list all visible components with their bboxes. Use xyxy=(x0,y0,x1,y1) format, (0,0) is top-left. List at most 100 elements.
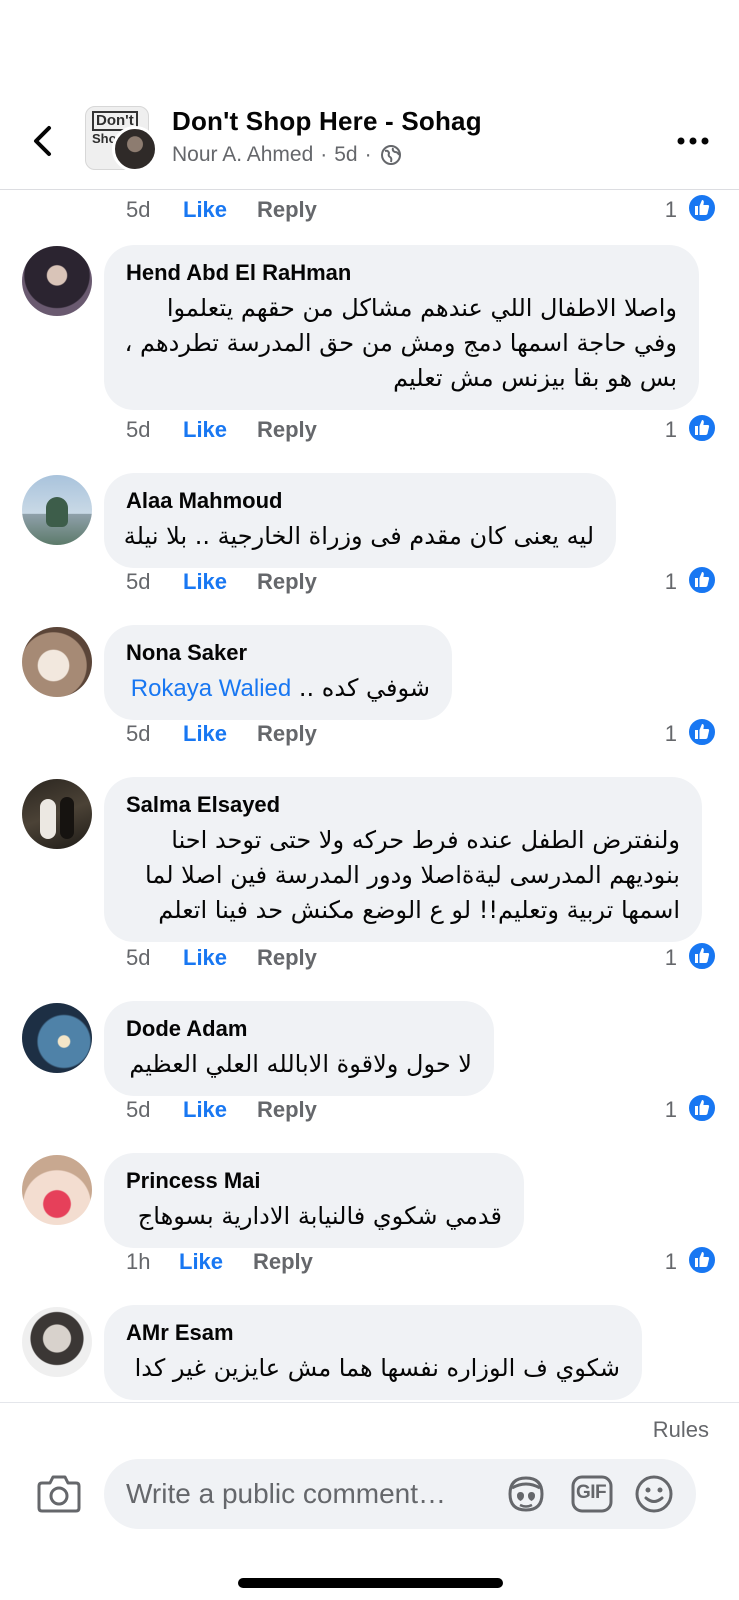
like-thumb-icon[interactable] xyxy=(687,565,717,595)
comment-time: 5d xyxy=(126,417,151,442)
emoji-icon[interactable] xyxy=(634,1474,674,1514)
comment-text: واصلا الاطفال اللي عندهم مشاكل من حقهم ي… xyxy=(125,291,677,396)
like-button[interactable]: Like xyxy=(183,721,227,747)
avatar[interactable] xyxy=(22,627,92,697)
comment-text: شوفي كده .. Rokaya Walied xyxy=(126,671,430,706)
like-button[interactable]: Like xyxy=(183,417,227,443)
reply-button[interactable]: Reply xyxy=(257,197,317,223)
comment-author[interactable]: Nona Saker xyxy=(126,639,430,667)
comment-bubble: Hend Abd El RaHman واصلا الاطفال اللي عن… xyxy=(104,245,699,410)
comment-actions: 5d Like Reply 1 xyxy=(0,939,739,979)
poster-name[interactable]: Nour A. Ahmed xyxy=(172,143,313,167)
back-button[interactable] xyxy=(26,124,60,158)
avatar[interactable] xyxy=(22,1155,92,1225)
comment-actions: 5d Like Reply 1 xyxy=(0,411,739,451)
avatar[interactable] xyxy=(22,475,92,545)
like-thumb-icon[interactable] xyxy=(687,1245,717,1275)
avatar[interactable] xyxy=(22,246,92,316)
comment-actions: 5d Like Reply 1 xyxy=(0,563,739,603)
comment-bubble: Alaa Mahmoud ليه يعنى كان مقدم فى وزراة … xyxy=(104,473,616,568)
comment-bubble: Dode Adam لا حول ولاقوة الابالله العلي ا… xyxy=(104,1001,494,1096)
comment-time: 5d xyxy=(126,197,151,222)
like-button[interactable]: Like xyxy=(183,197,227,223)
comment-text: قدمي شكوي فالنيابة الادارية بسوهاج xyxy=(126,1199,502,1234)
comment-text: لا حول ولاقوة الابالله العلي العظيم xyxy=(126,1047,472,1082)
comment-actions: 5d Like Reply 1 xyxy=(0,191,739,231)
reply-button[interactable]: Reply xyxy=(253,1249,313,1275)
comment-line: ليه يعنى كان مقدم فى وزراة الخارجية .. ب… xyxy=(123,522,594,550)
comment-bubble: AMr Esam شكوي ف الوزاره نفسها هما مش عاي… xyxy=(104,1305,642,1400)
reaction-count[interactable]: 1 xyxy=(665,945,677,971)
comment-author[interactable]: Princess Mai xyxy=(126,1167,502,1195)
like-button[interactable]: Like xyxy=(179,1249,223,1275)
more-dots-icon xyxy=(677,137,709,145)
comment-line: لا حول ولاقوة الابالله العلي العظيم xyxy=(129,1050,472,1078)
post-header: Don't Shop Don't Shop Here - Sohag Nour A… xyxy=(0,96,739,190)
comment-line: واصلا الاطفال اللي عندهم مشاكل من حقهم ي… xyxy=(166,294,677,322)
comment-author[interactable]: Hend Abd El RaHman xyxy=(126,259,677,287)
gif-label: GIF xyxy=(576,1482,607,1503)
like-button[interactable]: Like xyxy=(183,945,227,971)
reply-button[interactable]: Reply xyxy=(257,1097,317,1123)
comment-line: بنوديهم المدرسى ليةةاصلا ودور المدرسة في… xyxy=(145,861,680,889)
globe-icon xyxy=(380,145,401,165)
avatar[interactable] xyxy=(22,1003,92,1073)
comments-list[interactable]: 5d Like Reply 1 Hend Abd El RaHman واصلا… xyxy=(0,191,739,1401)
like-thumb-icon[interactable] xyxy=(687,941,717,971)
comment-time: 5d xyxy=(126,1097,151,1122)
rules-link[interactable]: Rules xyxy=(653,1417,709,1443)
like-thumb-icon[interactable] xyxy=(687,413,717,443)
comment-actions: 5d Like Reply 1 xyxy=(0,1091,739,1131)
comment-input[interactable] xyxy=(126,1459,486,1529)
like-thumb-icon[interactable] xyxy=(687,717,717,747)
camera-icon[interactable] xyxy=(36,1471,82,1515)
reaction-count[interactable]: 1 xyxy=(665,569,677,595)
comment-time: 5d xyxy=(126,721,151,746)
like-thumb-icon[interactable] xyxy=(687,193,717,223)
comment-actions: 5d Like Reply 1 xyxy=(0,715,739,755)
comment-time: 1h xyxy=(126,1249,151,1274)
reaction-count[interactable]: 1 xyxy=(665,417,677,443)
post-meta: Nour A. Ahmed · 5d · xyxy=(172,143,402,167)
more-options-button[interactable] xyxy=(673,126,713,156)
reply-button[interactable]: Reply xyxy=(257,569,317,595)
comment-line: ولنفترض الطفل عنده فرط حركه ولا حتى توحد… xyxy=(171,826,680,854)
comment-author[interactable]: Salma Elsayed xyxy=(126,791,680,819)
reaction-count[interactable]: 1 xyxy=(665,721,677,747)
group-name[interactable]: Don't Shop Here - Sohag xyxy=(172,106,482,137)
chevron-left-icon xyxy=(34,126,51,156)
like-button[interactable]: Like xyxy=(183,1097,227,1123)
comment-time: 5d xyxy=(126,945,151,970)
like-button[interactable]: Like xyxy=(183,569,227,595)
comment-actions: 1h Like Reply 1 xyxy=(0,1243,739,1283)
like-thumb-icon[interactable] xyxy=(687,1093,717,1123)
reply-button[interactable]: Reply xyxy=(257,945,317,971)
comment-line: بس هو بقا بيزنس مش تعليم xyxy=(393,364,677,392)
comment-line: اسمها تربية وتعليم!! لو ع الوضع مكنش حد … xyxy=(158,896,680,924)
meta-separator: · xyxy=(320,143,328,166)
comment-input-container[interactable]: GIF xyxy=(104,1459,696,1529)
mention-link[interactable]: Rokaya Walied xyxy=(131,675,292,702)
reaction-count[interactable]: 1 xyxy=(665,197,677,223)
reply-button[interactable]: Reply xyxy=(257,721,317,747)
avatar-sticker-icon[interactable] xyxy=(504,1474,548,1514)
comment-line: شكوي ف الوزاره نفسها هما مش عايزين غير ك… xyxy=(134,1354,620,1382)
comment-line: قدمي شكوي فالنيابة الادارية بسوهاج xyxy=(137,1202,502,1230)
comment-author[interactable]: Dode Adam xyxy=(126,1015,472,1043)
post-time: 5d xyxy=(334,143,358,166)
reaction-count[interactable]: 1 xyxy=(665,1249,677,1275)
comment-author[interactable]: Alaa Mahmoud xyxy=(126,487,594,515)
comment-bubble: Salma Elsayed ولنفترض الطفل عنده فرط حرك… xyxy=(104,777,702,942)
avatar[interactable] xyxy=(22,779,92,849)
meta-separator: · xyxy=(364,143,372,166)
comment-author[interactable]: AMr Esam xyxy=(126,1319,620,1347)
reply-button[interactable]: Reply xyxy=(257,417,317,443)
comment-bubble: Princess Mai قدمي شكوي فالنيابة الادارية… xyxy=(104,1153,524,1248)
reaction-count[interactable]: 1 xyxy=(665,1097,677,1123)
comment-text: ولنفترض الطفل عنده فرط حركه ولا حتى توحد… xyxy=(126,823,680,928)
poster-avatar[interactable] xyxy=(112,126,158,172)
avatar[interactable] xyxy=(22,1307,92,1377)
comment-bubble: Nona Saker شوفي كده .. Rokaya Walied xyxy=(104,625,452,720)
gif-button[interactable]: GIF xyxy=(570,1474,614,1514)
home-indicator[interactable] xyxy=(238,1578,503,1588)
